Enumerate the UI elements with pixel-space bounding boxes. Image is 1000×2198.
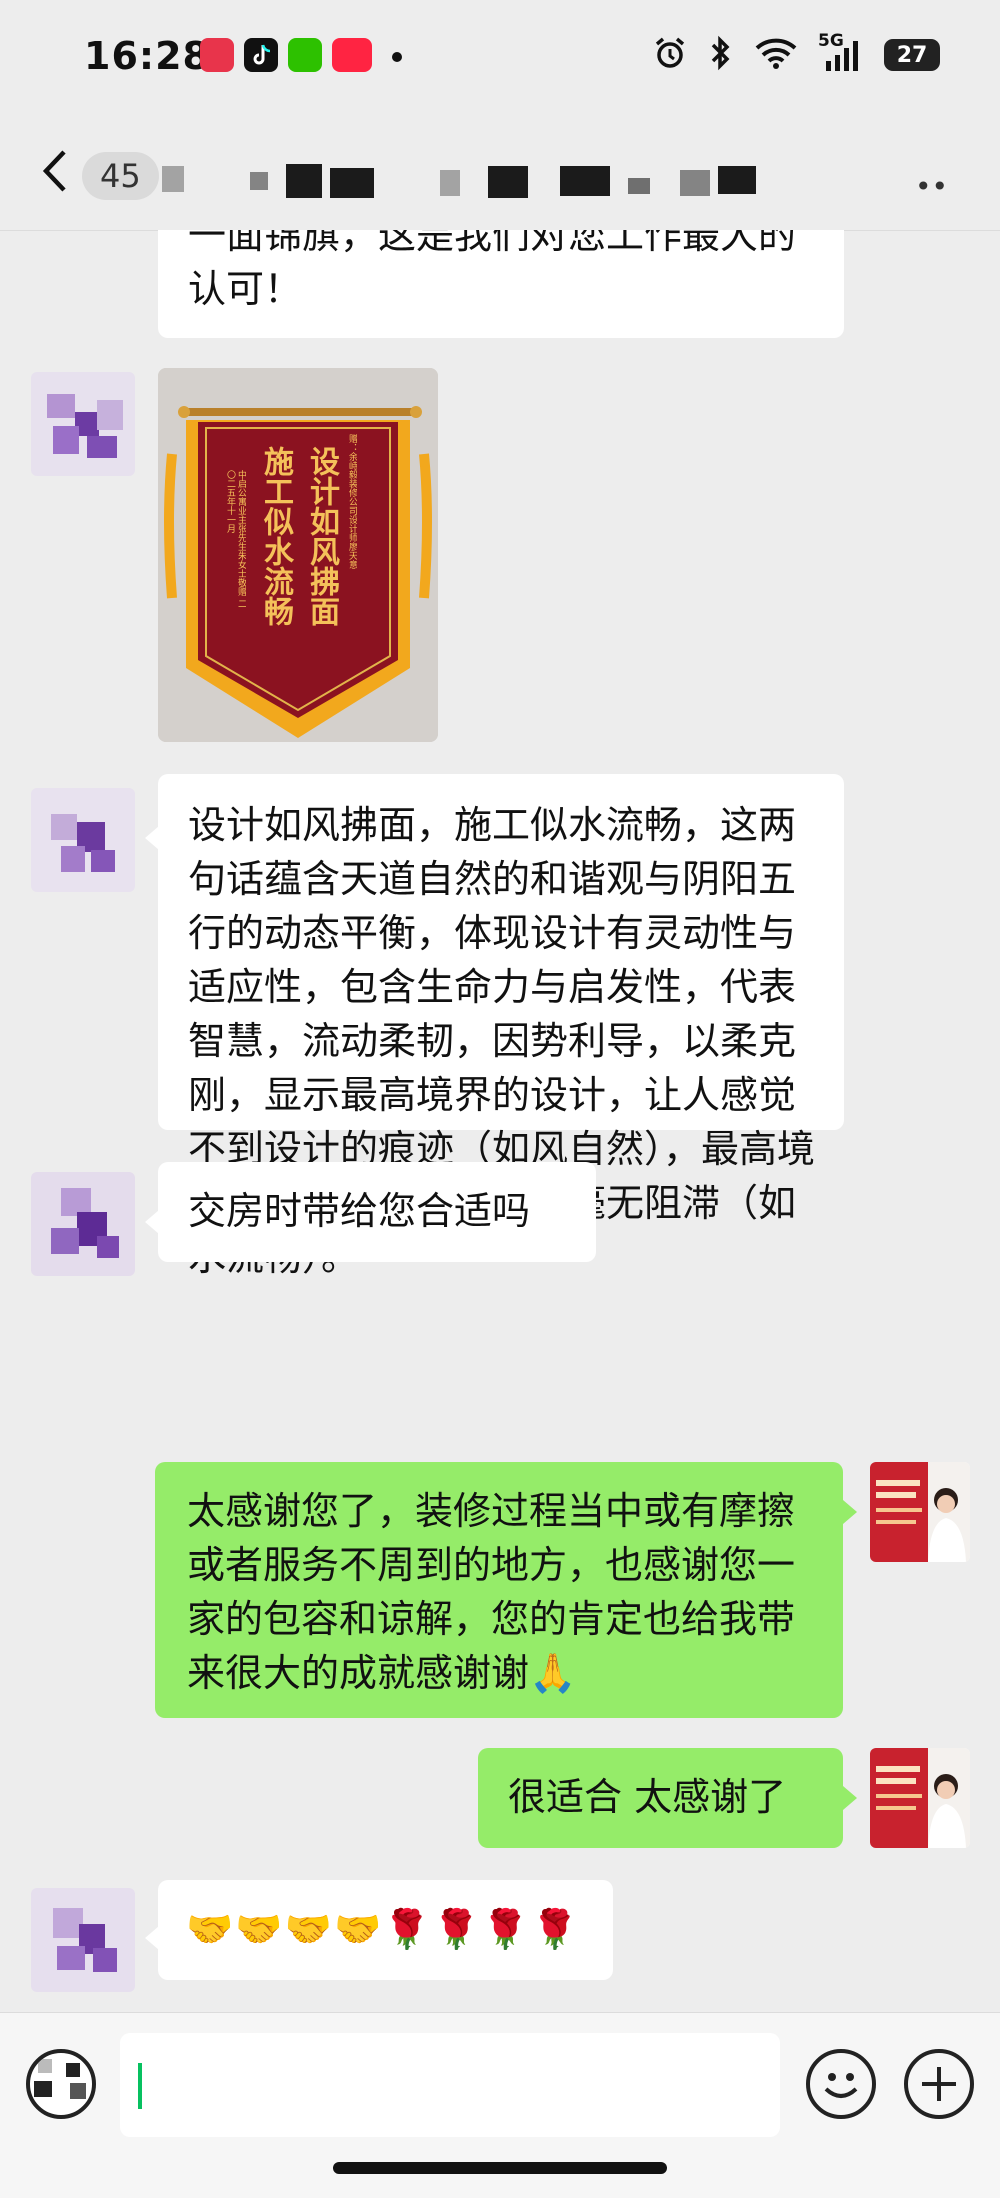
contact-avatar[interactable] (31, 1172, 135, 1276)
bubble-tail (145, 1210, 159, 1234)
message-bubble-incoming[interactable]: 交房时带给您合适吗 (158, 1162, 596, 1262)
alarm-icon (652, 35, 688, 75)
chat-header: 45 •• (0, 110, 1000, 231)
emoji-icon (824, 2073, 858, 2098)
wifi-icon (754, 36, 798, 74)
status-time: 16:28 (84, 34, 210, 78)
voice-toggle-button[interactable] (26, 2049, 96, 2119)
message-text: 交房时带给您合适吗 (188, 1189, 531, 1233)
message-text: 太感谢您了，装修过程当中或有摩擦或者服务不周到的地方，也感谢您一家的包容和谅解，… (187, 1489, 796, 1695)
contact-avatar[interactable] (31, 788, 135, 892)
contact-avatar[interactable] (31, 1888, 135, 1992)
plus-icon (922, 2067, 956, 2101)
avatar (31, 372, 135, 476)
contact-avatar[interactable] (31, 372, 135, 476)
battery-indicator: 27 (884, 39, 940, 71)
avatar (870, 1748, 970, 1848)
bluetooth-icon (708, 35, 734, 75)
banner-right-line: 设计如风拂面 (304, 446, 339, 626)
banner-left-line: 施工似水流畅 (258, 446, 293, 626)
message-list[interactable]: 一面锦旗，这是我们对您工作最大的认可！ 设计如风拂面 施工似水流畅 赠：余峙毅装… (0, 230, 1000, 2012)
text-cursor (138, 2063, 142, 2109)
unread-count: 45 (100, 157, 141, 195)
taobao-app-icon (200, 38, 234, 72)
bubble-tail (843, 1786, 857, 1810)
message-text: 🤝🤝🤝🤝🌹🌹🌹🌹 (186, 1907, 581, 1951)
avatar (31, 788, 135, 892)
bubble-tail (145, 826, 159, 850)
tiktok-app-icon (244, 38, 278, 72)
avatar (31, 1172, 135, 1276)
message-bubble-incoming[interactable]: 设计如风拂面，施工似水流畅，这两句话蕴含天道自然的和谐观与阴阳五行的动态平衡，体… (158, 774, 844, 1279)
message-input[interactable] (120, 2033, 780, 2137)
message-bubble-outgoing[interactable]: 太感谢您了，装修过程当中或有摩擦或者服务不周到的地方，也感谢您一家的包容和谅解，… (155, 1462, 843, 1718)
back-button[interactable] (36, 146, 76, 196)
silk-banner-image (158, 368, 438, 742)
battery-level: 27 (896, 42, 928, 68)
more-options-button[interactable]: •• (915, 170, 948, 203)
xiaohongshu-app-icon (332, 38, 372, 72)
banner-top-note: 赠：余峙毅装修公司设计师廖天意 (347, 434, 357, 569)
message-text: 一面锦旗，这是我们对您工作最大的认可！ (188, 230, 797, 311)
chevron-left-icon (42, 150, 66, 192)
my-avatar[interactable] (870, 1748, 970, 1848)
wechat-app-icon (288, 38, 322, 72)
home-indicator[interactable] (333, 2162, 667, 2174)
more-icon: •• (914, 170, 948, 203)
signal-icon: 5G (818, 31, 864, 75)
status-bar: 16:28 5G 27 (0, 0, 1000, 110)
avatar (870, 1462, 970, 1562)
banner-bottom-note: 中启公寓业主张先生朱女士敬赠 二〇二五年十一月 (225, 470, 246, 608)
more-notifications-dot (392, 52, 402, 62)
avatar (31, 1888, 135, 1992)
silk-banner-photo[interactable]: 设计如风拂面 施工似水流畅 赠：余峙毅装修公司设计师廖天意 中启公寓业主张先生朱… (158, 368, 438, 742)
emoji-button[interactable] (806, 2049, 876, 2119)
message-bubble-incoming[interactable]: 🤝🤝🤝🤝🌹🌹🌹🌹 (158, 1880, 613, 1980)
more-actions-button[interactable] (904, 2049, 974, 2119)
voice-toggle-icon (34, 2059, 86, 2099)
message-bubble-incoming[interactable]: 一面锦旗，这是我们对您工作最大的认可！ (158, 230, 844, 338)
message-bubble-outgoing[interactable]: 很适合 太感谢了 (478, 1748, 843, 1848)
my-avatar[interactable] (870, 1462, 970, 1562)
message-text: 很适合 太感谢了 (508, 1775, 787, 1819)
bubble-tail (843, 1500, 857, 1524)
unread-count-badge[interactable]: 45 (82, 152, 159, 200)
bubble-tail (145, 1926, 159, 1950)
